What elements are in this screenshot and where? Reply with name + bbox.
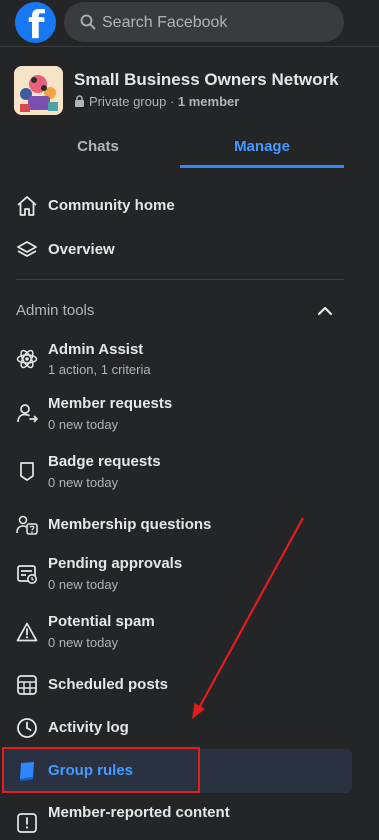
home-icon: [17, 196, 37, 216]
tab-bar: Chats Manage: [16, 128, 344, 168]
potential-spam-sub: 0 new today: [48, 635, 119, 650]
nav-member-requests[interactable]: Member requests 0 new today: [0, 394, 379, 434]
nav-community-home[interactable]: Community home: [0, 193, 379, 219]
activity-log-label: Activity log: [48, 719, 129, 736]
privacy-label: Private group: [89, 94, 167, 109]
warning-icon: [16, 622, 38, 642]
nav-potential-spam[interactable]: Potential spam 0 new today: [0, 612, 379, 652]
nav-membership-questions[interactable]: Membership questions: [0, 512, 379, 538]
potential-spam-label: Potential spam: [48, 613, 155, 630]
admin-assist-icon: [16, 349, 38, 369]
member-requests-sub: 0 new today: [48, 417, 119, 432]
member-count: 1 member: [177, 94, 240, 109]
calendar-icon: [17, 675, 37, 695]
pending-approvals-sub: 0 new today: [48, 577, 119, 592]
admin-tools-heading: Admin tools: [16, 302, 95, 319]
report-icon: [17, 813, 37, 833]
badge-requests-sub: 0 new today: [48, 475, 119, 490]
member-requests-icon: [17, 404, 38, 423]
group-name[interactable]: Small Business Owners Network: [74, 70, 339, 90]
chevron-up-icon[interactable]: [316, 302, 334, 320]
nav-activity-log[interactable]: Activity log: [0, 715, 379, 741]
nav-member-reported-content[interactable]: Member-reported content: [0, 800, 379, 840]
lock-icon: [75, 95, 84, 107]
badge-requests-label: Badge requests: [48, 453, 161, 470]
section-divider: [16, 279, 344, 280]
top-divider: [0, 46, 379, 47]
pending-approvals-icon: [17, 565, 37, 584]
top-bar: f: [0, 0, 379, 46]
search-input[interactable]: [100, 2, 334, 44]
annotation-highlight-box: [2, 747, 200, 793]
membership-questions-label: Membership questions: [48, 516, 212, 533]
member-reported-content-label: Member-reported content: [48, 804, 230, 821]
facebook-logo-icon[interactable]: f: [15, 2, 56, 43]
search-box[interactable]: [64, 2, 344, 44]
group-header[interactable]: Small Business Owners Network Private gr…: [14, 66, 364, 116]
community-home-label: Community home: [48, 197, 175, 214]
nav-admin-assist[interactable]: Admin Assist 1 action, 1 criteria: [0, 340, 379, 380]
scheduled-posts-label: Scheduled posts: [48, 676, 169, 693]
search-icon: [80, 14, 96, 30]
group-meta: Private group · 1 member: [74, 94, 239, 109]
overview-label: Overview: [48, 241, 115, 258]
nav-scheduled-posts[interactable]: Scheduled posts: [0, 672, 379, 698]
group-avatar[interactable]: [14, 66, 63, 115]
nav-overview[interactable]: Overview: [0, 237, 379, 263]
tab-chats[interactable]: Chats: [16, 128, 180, 168]
pending-approvals-label: Pending approvals: [48, 555, 183, 572]
layers-icon: [17, 241, 37, 257]
tab-manage[interactable]: Manage: [180, 128, 344, 168]
nav-pending-approvals[interactable]: Pending approvals 0 new today: [0, 554, 379, 594]
membership-questions-icon: [16, 515, 38, 535]
badge-icon: [20, 462, 34, 481]
admin-assist-sub: 1 action, 1 criteria: [48, 362, 151, 377]
meta-separator: ·: [166, 94, 178, 109]
admin-assist-label: Admin Assist: [48, 341, 144, 358]
member-requests-label: Member requests: [48, 395, 173, 412]
clock-icon: [17, 718, 37, 738]
nav-badge-requests[interactable]: Badge requests 0 new today: [0, 452, 379, 492]
